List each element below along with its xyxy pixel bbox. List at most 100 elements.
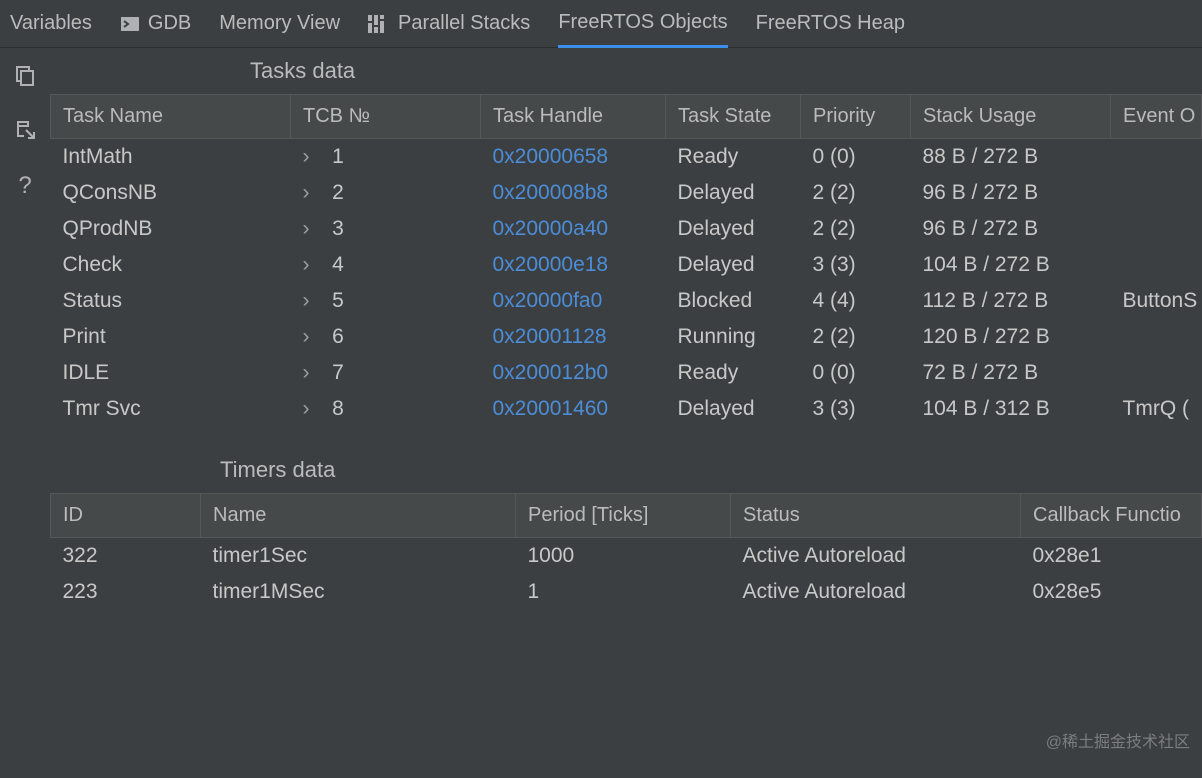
task-handle[interactable]: 0x200008b8	[481, 175, 666, 211]
timer-callback: 0x28e5	[1021, 574, 1202, 610]
tasks-title: Tasks data	[50, 48, 1202, 94]
chevron-right-icon[interactable]: ›	[303, 145, 321, 169]
timer-period: 1	[516, 574, 731, 610]
task-name: IntMath	[51, 139, 291, 176]
task-priority: 2 (2)	[801, 211, 911, 247]
col-timer-callback[interactable]: Callback Functio	[1021, 494, 1202, 538]
task-priority: 2 (2)	[801, 175, 911, 211]
task-tcb: › 6	[291, 319, 481, 355]
task-stack: 88 B / 272 B	[911, 139, 1111, 176]
task-priority: 3 (3)	[801, 391, 911, 427]
col-task-name[interactable]: Task Name	[51, 95, 291, 139]
chevron-right-icon[interactable]: ›	[303, 361, 321, 385]
chevron-right-icon[interactable]: ›	[303, 253, 321, 277]
timer-name: timer1MSec	[201, 574, 516, 610]
tasks-table: Task Name TCB № Task Handle Task State P…	[50, 94, 1202, 427]
col-timer-name[interactable]: Name	[201, 494, 516, 538]
stacks-icon	[368, 15, 390, 33]
terminal-icon	[120, 14, 140, 34]
task-row[interactable]: QConsNB› 20x200008b8Delayed2 (2)96 B / 2…	[51, 175, 1202, 211]
chevron-right-icon[interactable]: ›	[303, 325, 321, 349]
tab-variables[interactable]: Variables	[10, 0, 92, 47]
task-priority: 0 (0)	[801, 355, 911, 391]
task-tcb: › 5	[291, 283, 481, 319]
task-stack: 96 B / 272 B	[911, 211, 1111, 247]
task-event	[1111, 211, 1202, 247]
task-name: QProdNB	[51, 211, 291, 247]
task-handle[interactable]: 0x20001128	[481, 319, 666, 355]
chevron-right-icon[interactable]: ›	[303, 397, 321, 421]
task-row[interactable]: Check› 40x20000e18Delayed3 (3)104 B / 27…	[51, 247, 1202, 283]
col-stack[interactable]: Stack Usage	[911, 95, 1111, 139]
task-tcb: › 3	[291, 211, 481, 247]
task-tcb: › 1	[291, 139, 481, 176]
tab-gdb[interactable]: GDB	[120, 0, 191, 47]
col-handle[interactable]: Task Handle	[481, 95, 666, 139]
tab-freertos-objects[interactable]: FreeRTOS Objects	[558, 1, 727, 48]
task-state: Ready	[666, 139, 801, 176]
timer-row[interactable]: 322timer1Sec1000Active Autoreload0x28e1	[51, 538, 1202, 575]
task-handle[interactable]: 0x20000fa0	[481, 283, 666, 319]
timer-period: 1000	[516, 538, 731, 575]
col-timer-id[interactable]: ID	[51, 494, 201, 538]
col-timer-period[interactable]: Period [Ticks]	[516, 494, 731, 538]
task-event	[1111, 139, 1202, 176]
col-timer-status[interactable]: Status	[731, 494, 1021, 538]
tab-freertos-heap[interactable]: FreeRTOS Heap	[756, 0, 905, 47]
timer-name: timer1Sec	[201, 538, 516, 575]
task-priority: 3 (3)	[801, 247, 911, 283]
task-state: Delayed	[666, 391, 801, 427]
chevron-right-icon[interactable]: ›	[303, 181, 321, 205]
col-state[interactable]: Task State	[666, 95, 801, 139]
chevron-right-icon[interactable]: ›	[303, 217, 321, 241]
tab-memory-view[interactable]: Memory View	[219, 0, 340, 47]
task-stack: 72 B / 272 B	[911, 355, 1111, 391]
task-state: Delayed	[666, 175, 801, 211]
task-row[interactable]: Tmr Svc› 80x20001460Delayed3 (3)104 B / …	[51, 391, 1202, 427]
task-event	[1111, 319, 1202, 355]
task-name: Print	[51, 319, 291, 355]
task-row[interactable]: IntMath› 10x20000658Ready0 (0)88 B / 272…	[51, 139, 1202, 176]
task-state: Delayed	[666, 211, 801, 247]
task-tcb: › 7	[291, 355, 481, 391]
task-tcb: › 2	[291, 175, 481, 211]
task-event: TmrQ (	[1111, 391, 1202, 427]
task-stack: 96 B / 272 B	[911, 175, 1111, 211]
copy-icon[interactable]	[14, 64, 36, 92]
task-row[interactable]: QProdNB› 30x20000a40Delayed2 (2)96 B / 2…	[51, 211, 1202, 247]
task-row[interactable]: Print› 60x20001128Running2 (2)120 B / 27…	[51, 319, 1202, 355]
task-tcb: › 4	[291, 247, 481, 283]
task-state: Ready	[666, 355, 801, 391]
col-event[interactable]: Event O	[1111, 95, 1202, 139]
task-name: IDLE	[51, 355, 291, 391]
timer-row[interactable]: 223timer1MSec1Active Autoreload0x28e5	[51, 574, 1202, 610]
task-priority: 4 (4)	[801, 283, 911, 319]
task-handle[interactable]: 0x20000a40	[481, 211, 666, 247]
help-icon[interactable]: ?	[18, 172, 31, 200]
task-state: Running	[666, 319, 801, 355]
task-name: Status	[51, 283, 291, 319]
chevron-right-icon[interactable]: ›	[303, 289, 321, 313]
col-priority[interactable]: Priority	[801, 95, 911, 139]
task-handle[interactable]: 0x20000e18	[481, 247, 666, 283]
watermark: @稀土掘金技术社区	[1046, 728, 1190, 752]
timer-status: Active Autoreload	[731, 574, 1021, 610]
task-state: Blocked	[666, 283, 801, 319]
task-handle[interactable]: 0x20000658	[481, 139, 666, 176]
task-row[interactable]: IDLE› 70x200012b0Ready0 (0)72 B / 272 B	[51, 355, 1202, 391]
timer-id: 322	[51, 538, 201, 575]
tab-parallel-stacks[interactable]: Parallel Stacks	[368, 0, 530, 47]
export-icon[interactable]	[14, 118, 36, 146]
task-event: ButtonS	[1111, 283, 1202, 319]
col-tcb[interactable]: TCB №	[291, 95, 481, 139]
task-handle[interactable]: 0x200012b0	[481, 355, 666, 391]
task-event	[1111, 355, 1202, 391]
task-row[interactable]: Status› 50x20000fa0Blocked4 (4)112 B / 2…	[51, 283, 1202, 319]
task-handle[interactable]: 0x20001460	[481, 391, 666, 427]
timer-callback: 0x28e1	[1021, 538, 1202, 575]
task-priority: 2 (2)	[801, 319, 911, 355]
task-event	[1111, 247, 1202, 283]
task-stack: 120 B / 272 B	[911, 319, 1111, 355]
task-name: Check	[51, 247, 291, 283]
task-priority: 0 (0)	[801, 139, 911, 176]
